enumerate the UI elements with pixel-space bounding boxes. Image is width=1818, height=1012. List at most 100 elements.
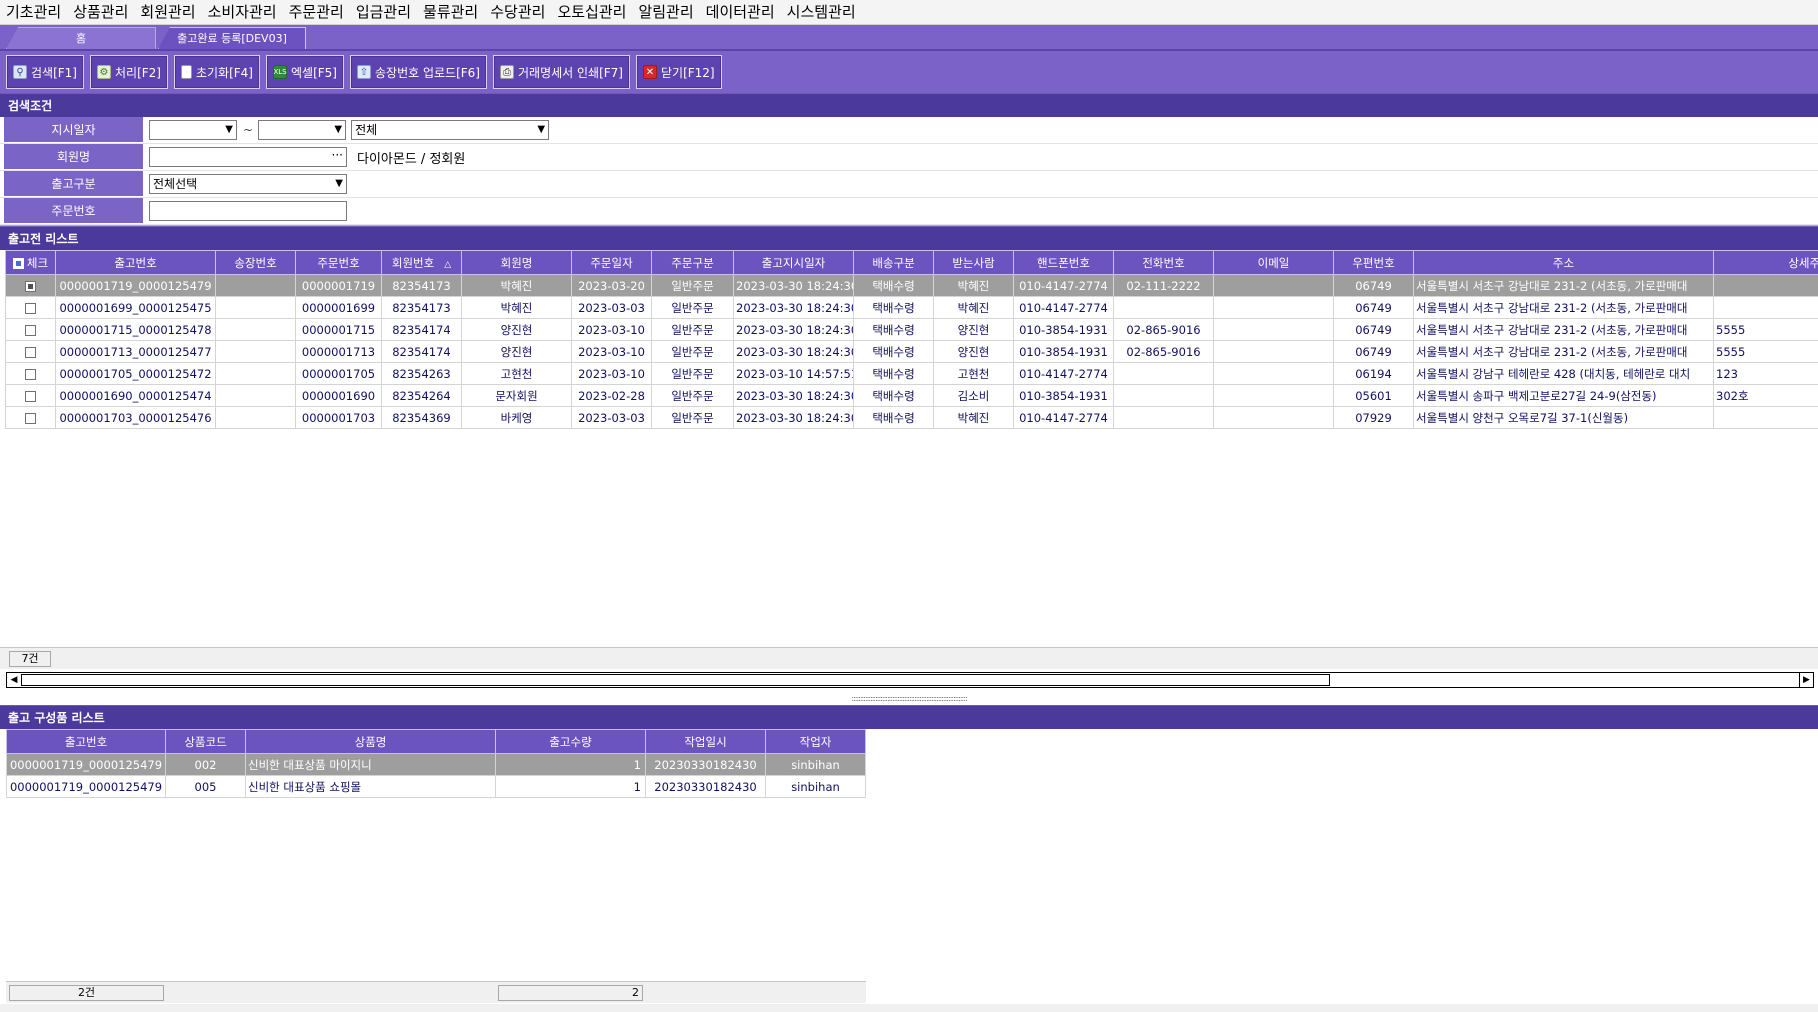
ship-type-label: 출고구분	[4, 171, 144, 197]
ship-type-select[interactable]: 전체선택	[149, 174, 347, 194]
list-cell: 010-4147-2774	[1013, 296, 1114, 319]
ship-type-row: 출고구분 전체선택	[0, 171, 1818, 198]
row-check-cell[interactable]	[5, 318, 56, 341]
list-footer: 7건	[0, 647, 1818, 669]
date-from-picker[interactable]	[149, 120, 237, 140]
list-column-header[interactable]: 상세주소	[1713, 250, 1818, 275]
excel-button[interactable]: XLS 엑셀[F5]	[266, 55, 344, 89]
items-column-header[interactable]: 상품명	[245, 729, 496, 754]
list-column-header[interactable]: 출고지시일자	[733, 250, 854, 275]
reset-button[interactable]: 초기화[F4]	[173, 55, 260, 89]
items-column-header[interactable]: 출고수량	[495, 729, 646, 754]
list-column-header[interactable]: 받는사람	[933, 250, 1014, 275]
items-column-header[interactable]: 상품코드	[165, 729, 246, 754]
list-row[interactable]: 0000001703_0000125476 0000001703 82354369 바…	[5, 406, 1818, 429]
list-row[interactable]: 0000001713_0000125477 0000001713 82354174 양…	[5, 340, 1818, 363]
row-checkbox[interactable]	[25, 368, 36, 380]
row-checkbox[interactable]	[25, 302, 36, 314]
list-column-header[interactable]: 우편번호	[1333, 250, 1414, 275]
menu-item[interactable]: 주문관리	[285, 0, 352, 25]
scroll-thumb[interactable]	[21, 674, 1330, 686]
items-row[interactable]: 0000001719_0000125479 002 신비한 대표상품 마이지니 1 20…	[6, 753, 866, 776]
list-column-label: 주문번호	[317, 255, 360, 270]
list-cell: 0000001690	[295, 384, 382, 407]
row-check-cell[interactable]	[5, 384, 56, 407]
items-cell: sinbihan	[765, 775, 866, 798]
menu-item[interactable]: 소비자관리	[204, 0, 285, 25]
check-all-checkbox[interactable]	[12, 257, 24, 269]
date-type-select[interactable]: 전체	[351, 120, 550, 140]
row-check-cell[interactable]	[5, 296, 56, 319]
list-cell: 2023-03-30 18:24:30	[733, 406, 854, 429]
list-column-label: 출고번호	[114, 255, 157, 270]
date-label: 지시일자	[4, 117, 144, 143]
list-column-header[interactable]: 핸드폰번호	[1013, 250, 1114, 275]
list-column-header[interactable]: 주문번호	[295, 250, 382, 275]
items-row[interactable]: 0000001719_0000125479 005 신비한 대표상품 쇼핑몰 1 202…	[6, 775, 866, 798]
list-column-header[interactable]: 주문일자	[571, 250, 652, 275]
list-cell	[215, 340, 296, 363]
menu-item[interactable]: 오토십관리	[553, 0, 634, 25]
menu-item[interactable]: 데이터관리	[702, 0, 783, 25]
date-to-picker[interactable]	[258, 120, 347, 140]
list-column-header[interactable]: 주문구분	[651, 250, 734, 275]
process-button[interactable]: ⚙ 처리[F2]	[89, 55, 168, 89]
list-cell: 서울특별시 서초구 강남대로 231-2 (서초동, 가로판매대	[1413, 274, 1714, 297]
list-row[interactable]: 0000001719_0000125479 0000001719 82354173 박…	[5, 274, 1818, 297]
menu-item[interactable]: 수당관리	[486, 0, 553, 25]
scroll-left-arrow-icon[interactable]: ◀	[7, 673, 21, 687]
row-checkbox[interactable]	[25, 346, 36, 358]
list-cell: 박혜진	[461, 296, 572, 319]
print-statement-button[interactable]: ⎙ 거래명세서 인쇄[F7]	[492, 55, 630, 89]
list-column-header[interactable]: 이메일	[1213, 250, 1334, 275]
list-cell	[215, 296, 296, 319]
list-column-header[interactable]: 배송구분	[853, 250, 934, 275]
row-check-cell[interactable]	[5, 274, 56, 297]
member-label: 회원명	[4, 144, 144, 170]
menu-item[interactable]: 물류관리	[419, 0, 486, 25]
row-checkbox[interactable]	[25, 324, 36, 336]
tab-shipment-complete[interactable]: 출고완료 등록[DEV03]	[158, 27, 306, 49]
list-cell: 일반주문	[651, 384, 734, 407]
tab-home[interactable]: 홈	[6, 27, 156, 49]
menu-item[interactable]: 입금관리	[352, 0, 419, 25]
menu-item[interactable]: 회원관리	[136, 0, 203, 25]
items-column-header[interactable]: 작업자	[765, 729, 866, 754]
row-check-cell[interactable]	[5, 406, 56, 429]
member-row: 회원명 ··· 다이아몬드 / 정회원	[0, 144, 1818, 171]
scroll-right-arrow-icon[interactable]: ▶	[1799, 673, 1813, 687]
list-cell: 서울특별시 서초구 강남대로 231-2 (서초동, 가로판매대	[1413, 296, 1714, 319]
list-column-header[interactable]: 출고번호	[55, 250, 216, 275]
row-check-cell[interactable]	[5, 340, 56, 363]
menu-item[interactable]: 상품관리	[69, 0, 136, 25]
row-check-cell[interactable]	[5, 362, 56, 385]
panel-splitter[interactable]: ::::::::::::::::::::::::::::::::::::::::…	[0, 695, 1818, 705]
menu-item[interactable]: 기초관리	[2, 0, 69, 25]
list-row[interactable]: 0000001715_0000125478 0000001715 82354174 양…	[5, 318, 1818, 341]
order-number-input[interactable]	[149, 201, 347, 221]
row-checkbox[interactable]	[25, 412, 36, 424]
list-row[interactable]: 0000001690_0000125474 0000001690 82354264 문…	[5, 384, 1818, 407]
list-column-header[interactable]: 회원명	[461, 250, 572, 275]
items-column-header[interactable]: 작업일시	[645, 729, 766, 754]
list-cell: 0000001719	[295, 274, 382, 297]
search-button[interactable]: ⚲ 검색[F1]	[6, 55, 84, 89]
list-column-header[interactable]: 회원번호 △	[381, 250, 462, 275]
row-checkbox[interactable]	[25, 390, 36, 402]
list-column-header[interactable]: 전화번호	[1113, 250, 1214, 275]
member-lookup-button[interactable]: ···	[332, 146, 343, 164]
items-column-header[interactable]: 출고번호	[6, 729, 166, 754]
list-row[interactable]: 0000001705_0000125472 0000001705 82354263 고…	[5, 362, 1818, 385]
list-cell: 0000001703_0000125476	[55, 406, 216, 429]
list-horizontal-scrollbar[interactable]: ◀ ▶	[6, 672, 1814, 688]
menu-item[interactable]: 알림관리	[634, 0, 701, 25]
menu-item[interactable]: 시스템관리	[783, 0, 864, 25]
list-column-header[interactable]: 송장번호	[215, 250, 296, 275]
row-checkbox[interactable]	[25, 280, 36, 292]
close-button[interactable]: ✕ 닫기[F12]	[635, 55, 722, 89]
list-column-header[interactable]: 주소	[1413, 250, 1714, 275]
invoice-upload-button[interactable]: ⇧ 송장번호 업로드[F6]	[349, 55, 487, 89]
check-all-header[interactable]: 체크	[5, 250, 56, 275]
list-row[interactable]: 0000001699_0000125475 0000001699 82354173 박…	[5, 296, 1818, 319]
member-input[interactable]: ···	[149, 147, 347, 167]
